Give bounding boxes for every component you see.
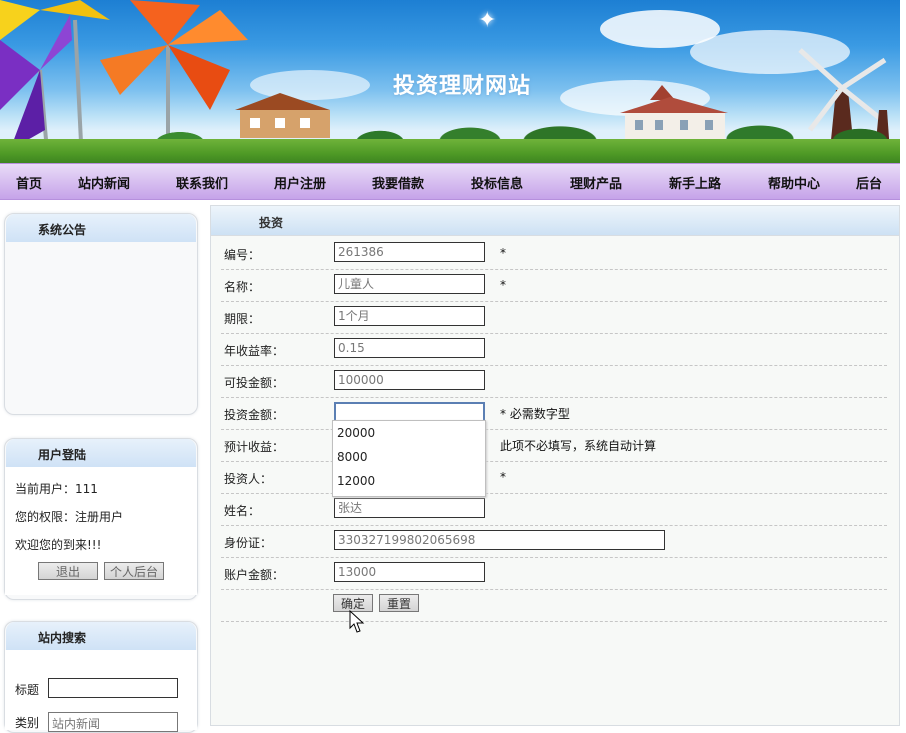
field-row-rate: 年收益率： 0.15 (221, 333, 887, 366)
investor-required-mark: * (500, 470, 506, 484)
fullname-input[interactable]: 张达 (334, 498, 485, 518)
autocomplete-option[interactable]: 8000 (333, 445, 485, 469)
announcement-body (11, 242, 191, 402)
nav-item-products[interactable]: 理财产品 (570, 173, 622, 192)
search-body: 标题 类别 站内新闻 (5, 650, 197, 732)
field-row-id: 编号： 261386 * (221, 237, 887, 270)
invest-amount-note: * 必需数字型 (500, 407, 570, 421)
announcement-title: 系统公告 (38, 223, 87, 237)
autocomplete-option[interactable]: 12000 (333, 469, 485, 493)
field-row-investor: 投资人： * (221, 461, 887, 494)
nav-item-contact[interactable]: 联系我们 (176, 173, 228, 192)
invest-form-header: 投资 (211, 206, 899, 236)
form-actions-row: 确定 重置 (221, 589, 887, 622)
field-row-invest-amount: 投资金额： * 必需数字型 (221, 397, 887, 430)
site-title: 投资理财网站 (393, 73, 532, 99)
main-nav: 首页 站内新闻 联系我们 用户注册 我要借款 投标信息 理财产品 新手上路 帮助… (0, 163, 900, 200)
welcome-text: 欢迎您的到来!!! (15, 538, 102, 552)
field-row-name: 名称： 儿童人 * (221, 269, 887, 302)
site-search-panel: 站内搜索 标题 类别 站内新闻 (4, 621, 198, 733)
announcement-header: 系统公告 (6, 214, 196, 242)
nav-item-help[interactable]: 帮助中心 (768, 173, 820, 192)
annual-rate-label: 年收益率： (224, 344, 285, 358)
nav-item-register[interactable]: 用户注册 (274, 173, 326, 192)
current-user-text: 当前用户：111 (15, 482, 98, 496)
account-balance-label: 账户金额： (224, 568, 285, 582)
idcard-input[interactable]: 330327199802065698 (334, 530, 665, 550)
nav-item-beginner[interactable]: 新手上路 (669, 173, 721, 192)
autocomplete-option[interactable]: 20000 (333, 421, 485, 445)
invest-form-title: 投资 (259, 216, 284, 230)
product-name-input[interactable]: 儿童人 (334, 274, 485, 294)
permission-text: 您的权限：注册用户 (15, 510, 124, 524)
available-amount-input[interactable]: 100000 (334, 370, 485, 390)
field-row-expected-return: 预计收益： 此项不必填写，系统自动计算 (221, 429, 887, 462)
annual-rate-input[interactable]: 0.15 (334, 338, 485, 358)
search-header: 站内搜索 (6, 622, 196, 650)
available-amount-label: 可投金额： (224, 376, 285, 390)
search-title-label: 标题 (15, 683, 40, 697)
id-required-mark: * (500, 246, 506, 260)
field-row-idcard: 身份证： 330327199802065698 (221, 525, 887, 558)
expected-return-label: 预计收益： (224, 440, 285, 454)
logout-button[interactable]: 退出 (38, 562, 98, 580)
search-title-input[interactable] (48, 678, 178, 698)
login-body: 当前用户：111 您的权限：注册用户 欢迎您的到来!!! 退出 个人后台 (5, 467, 197, 595)
product-name-required-mark: * (500, 278, 506, 292)
search-category-label: 类别 (15, 716, 40, 730)
invest-amount-input[interactable] (334, 402, 485, 422)
term-label: 期限： (224, 312, 261, 326)
invest-amount-label: 投资金额： (224, 408, 285, 422)
nav-item-borrow[interactable]: 我要借款 (372, 173, 424, 192)
product-name-label: 名称： (224, 280, 261, 294)
invest-form-panel: 投资 编号： 261386 * 名称： 儿童人 * 期限： 1个月 年收益率： … (210, 205, 900, 726)
id-input[interactable]: 261386 (334, 242, 485, 262)
personal-backend-button[interactable]: 个人后台 (104, 562, 164, 580)
field-row-term: 期限： 1个月 (221, 301, 887, 334)
field-row-balance: 账户金额： 13000 (221, 557, 887, 590)
field-row-fullname: 姓名： 张达 (221, 493, 887, 526)
announcement-panel: 系统公告 (4, 213, 198, 415)
idcard-label: 身份证： (224, 536, 273, 550)
site-banner: ✦ 投资理财网站 (0, 0, 900, 163)
term-input[interactable]: 1个月 (334, 306, 485, 326)
login-title: 用户登陆 (38, 448, 87, 462)
reset-button[interactable]: 重置 (379, 594, 419, 612)
sparkle-icon: ✦ (478, 8, 497, 33)
search-category-select[interactable]: 站内新闻 (48, 712, 178, 732)
login-header: 用户登陆 (6, 439, 196, 467)
id-label: 编号： (224, 248, 261, 262)
nav-item-bids[interactable]: 投标信息 (471, 173, 523, 192)
invest-amount-autocomplete: 20000 8000 12000 (332, 420, 486, 497)
login-panel: 用户登陆 当前用户：111 您的权限：注册用户 欢迎您的到来!!! 退出 个人后… (4, 438, 198, 600)
nav-item-news[interactable]: 站内新闻 (78, 173, 130, 192)
search-title: 站内搜索 (38, 631, 87, 645)
grass-strip (0, 139, 900, 163)
fullname-label: 姓名： (224, 504, 261, 518)
expected-return-note: 此项不必填写，系统自动计算 (500, 439, 657, 453)
account-balance-input[interactable]: 13000 (334, 562, 485, 582)
investor-label: 投资人： (224, 472, 273, 486)
mouse-pointer-icon (349, 610, 365, 633)
nav-item-admin[interactable]: 后台 (856, 173, 882, 192)
field-row-available: 可投金额： 100000 (221, 365, 887, 398)
nav-item-home[interactable]: 首页 (16, 173, 42, 192)
